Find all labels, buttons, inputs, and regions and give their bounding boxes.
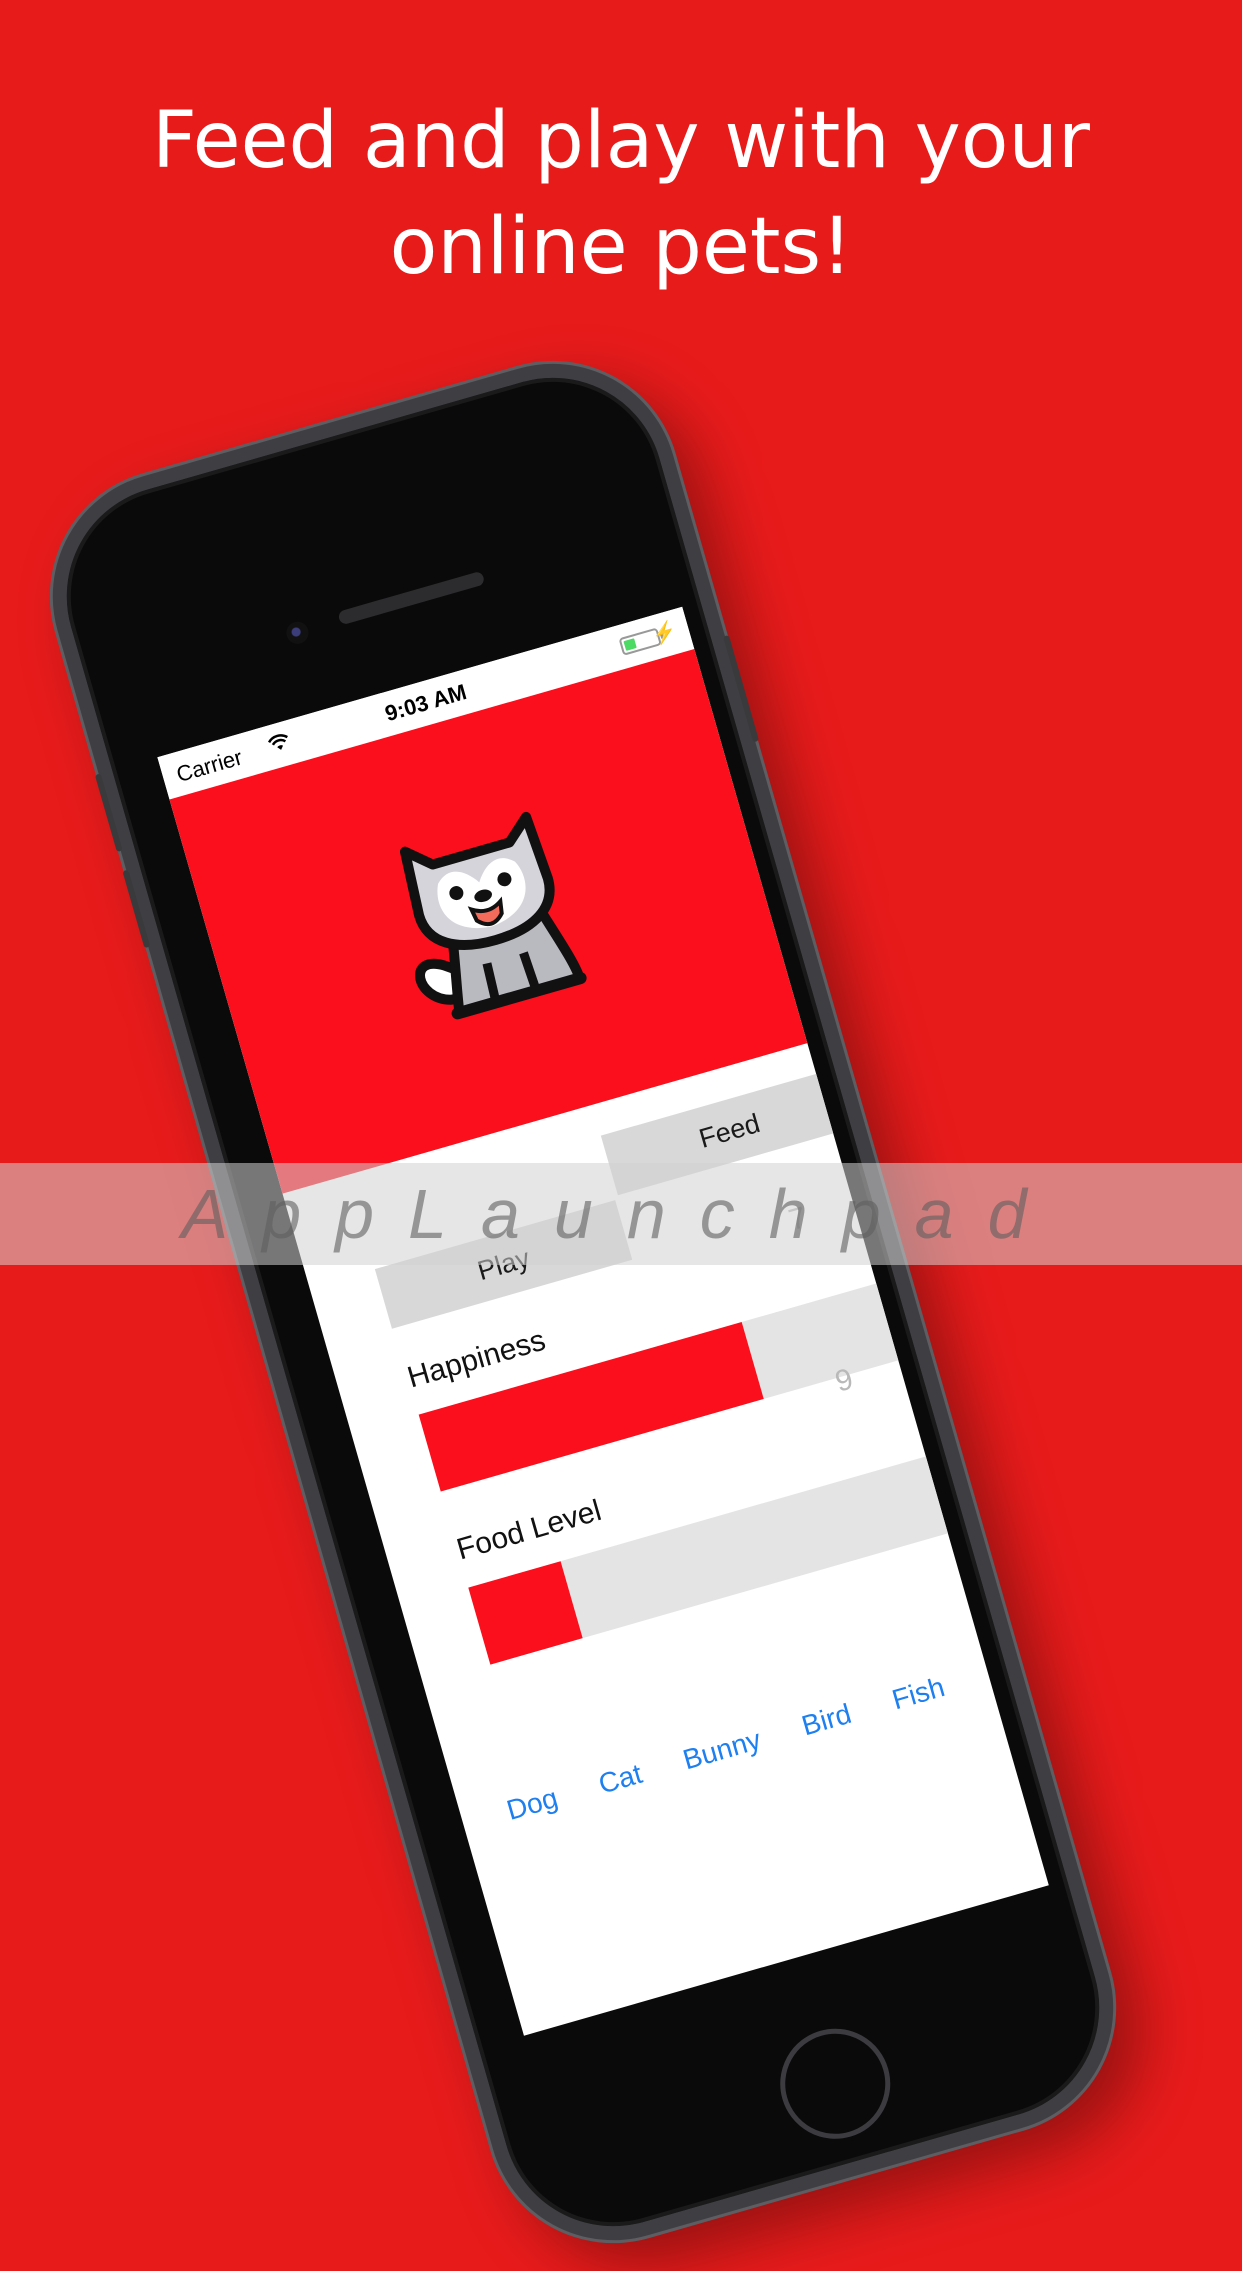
headline: Feed and play with your online pets!	[151, 96, 1091, 292]
food-bar	[468, 1455, 952, 1665]
battery-level	[623, 638, 637, 651]
food-bar-fill	[468, 1561, 583, 1665]
front-camera-icon	[283, 619, 312, 647]
phone-mockup: Carrier 9:03 AM ⚡ Feed Happiness 9 Food …	[23, 334, 1143, 2270]
pet-tabs: Dog Cat Bunny Bird Fish	[459, 1658, 993, 1839]
watermark-text: AppLaunchpad	[181, 1175, 1061, 1253]
tab-bird[interactable]: Bird	[798, 1698, 855, 1742]
app-screen: Carrier 9:03 AM ⚡ Feed Happiness 9 Food …	[157, 606, 1049, 2036]
earpiece-speaker	[337, 570, 486, 626]
tab-fish[interactable]: Fish	[889, 1671, 949, 1716]
happiness-bar	[418, 1282, 903, 1492]
phone-power-button	[723, 634, 760, 743]
home-button[interactable]	[767, 2015, 904, 2152]
phone-frame: Carrier 9:03 AM ⚡ Feed Happiness 9 Food …	[23, 334, 1143, 2270]
phone-volume-down-button	[122, 869, 151, 949]
tab-bunny[interactable]: Bunny	[679, 1724, 764, 1777]
husky-dog-icon	[399, 811, 587, 1020]
tab-cat[interactable]: Cat	[595, 1758, 646, 1801]
watermark-banner: AppLaunchpad	[0, 1163, 1242, 1265]
phone-volume-up-button	[94, 773, 123, 853]
tab-dog[interactable]: Dog	[503, 1782, 561, 1827]
